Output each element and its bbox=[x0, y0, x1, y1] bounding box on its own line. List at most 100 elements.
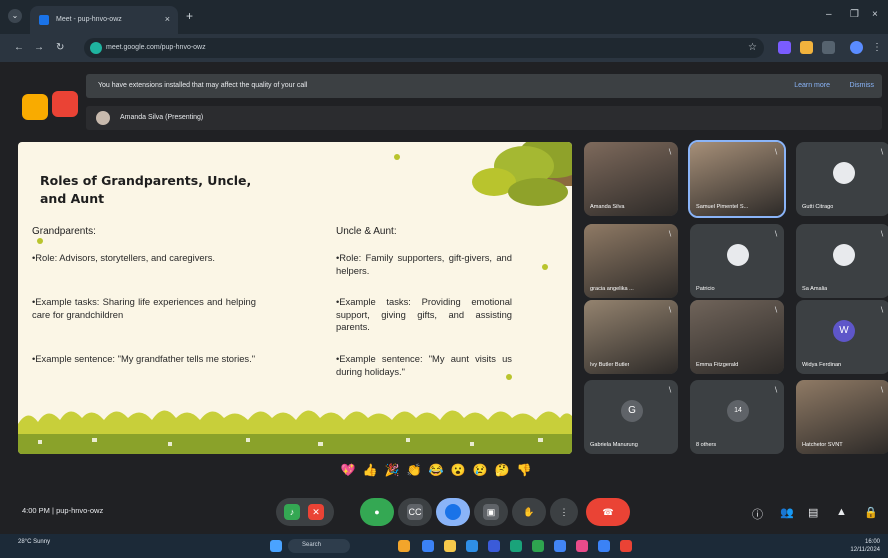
present-button[interactable]: ▣ bbox=[474, 498, 508, 526]
app-icon[interactable] bbox=[620, 540, 632, 552]
reaction-emoji[interactable]: 👍 bbox=[362, 462, 378, 478]
participant-tile[interactable]: 14 ∖ 8 others bbox=[690, 380, 784, 454]
close-window-icon[interactable]: × bbox=[872, 9, 878, 20]
extensions-warning-banner: You have extensions installed that may a… bbox=[86, 74, 882, 98]
reaction-emoji[interactable]: 💖 bbox=[340, 462, 356, 478]
participant-tile[interactable]: ∖ Emma Fitzgerald bbox=[690, 300, 784, 374]
edge-icon[interactable] bbox=[466, 540, 478, 552]
more-options-button[interactable]: ⋮ bbox=[550, 498, 578, 526]
meet-favicon-icon bbox=[39, 15, 49, 25]
address-bar[interactable]: meet.google.com/pup-hnvo-owz bbox=[84, 38, 764, 58]
activities-icon[interactable]: ▲ bbox=[836, 506, 847, 518]
chrome-icon[interactable] bbox=[554, 540, 566, 552]
decor-dot bbox=[394, 154, 400, 160]
app-icon[interactable] bbox=[598, 540, 610, 552]
store-icon[interactable] bbox=[488, 540, 500, 552]
mic-muted-icon: ∖ bbox=[879, 231, 884, 238]
reaction-emoji[interactable]: 👏 bbox=[406, 462, 422, 478]
participant-name: Emma Fitzgerald bbox=[696, 362, 739, 368]
mic-muted-icon: ∖ bbox=[667, 307, 672, 314]
bookmark-star-icon[interactable]: ☆ bbox=[748, 42, 757, 53]
meeting-details-icon[interactable]: ⓘ bbox=[752, 506, 763, 522]
extension-icon[interactable] bbox=[800, 41, 813, 54]
task-view-icon[interactable] bbox=[422, 540, 434, 552]
host-controls-icon[interactable]: 🔒 bbox=[864, 506, 878, 519]
taskbar-clock[interactable]: 16:00 12/11/2024 bbox=[850, 538, 880, 554]
new-tab-icon[interactable]: + bbox=[186, 9, 193, 23]
taskbar-search[interactable]: Search bbox=[288, 539, 350, 553]
mic-control-group: ♪ ✕ bbox=[276, 498, 334, 526]
weather-temp: 28°C bbox=[18, 539, 32, 545]
emoji-button[interactable] bbox=[436, 498, 470, 526]
file-explorer-icon[interactable] bbox=[444, 540, 456, 552]
weather-widget[interactable]: 28°C Sunny bbox=[18, 539, 50, 545]
presenter-label: Amanda Silva (Presenting) bbox=[120, 114, 204, 121]
browser-tab-meet[interactable]: Meet - pup-hnvo-owz × bbox=[30, 6, 178, 34]
meeting-time: 4:00 PM bbox=[22, 506, 50, 515]
reaction-emoji[interactable]: 😢 bbox=[472, 462, 488, 478]
reaction-emoji[interactable]: 😮 bbox=[450, 462, 466, 478]
extension-icon[interactable] bbox=[778, 41, 791, 54]
activity-icon[interactable] bbox=[22, 94, 48, 120]
participant-tile[interactable]: ∖ gracia angelika ... bbox=[584, 224, 678, 298]
reaction-emoji[interactable]: 🤔 bbox=[494, 462, 510, 478]
meeting-info: 4:00 PM | pup-hnvo-owz bbox=[22, 506, 103, 515]
others-count-badge: 14 bbox=[727, 400, 749, 422]
mic-off-icon[interactable]: ✕ bbox=[308, 504, 324, 520]
record-icon[interactable] bbox=[52, 91, 78, 117]
speaker-icon[interactable]: ♪ bbox=[284, 504, 300, 520]
participant-tile[interactable]: ∖ Hatchetor SVNT bbox=[796, 380, 888, 454]
reaction-emoji[interactable]: 😂 bbox=[428, 462, 444, 478]
learn-more-link[interactable]: Learn more bbox=[794, 82, 830, 89]
participant-tile[interactable]: ∖ Sa Amalia bbox=[796, 224, 888, 298]
windows-taskbar: 28°C Sunny Search 16:00 12/11/2024 bbox=[0, 534, 888, 558]
widgets-icon[interactable] bbox=[398, 540, 410, 552]
clock-date: 12/11/2024 bbox=[850, 547, 880, 553]
reaction-emoji[interactable]: 🎉 bbox=[384, 462, 400, 478]
back-icon[interactable]: ← bbox=[14, 42, 24, 53]
participant-name: gracia angelika ... bbox=[590, 286, 634, 292]
chat-icon[interactable]: ▤ bbox=[808, 506, 818, 519]
participant-name: Hatchetor SVNT bbox=[802, 442, 843, 448]
hand-icon: ✋ bbox=[523, 507, 535, 517]
reaction-emoji[interactable]: 👎 bbox=[516, 462, 532, 478]
raise-hand-button[interactable]: ✋ bbox=[512, 498, 546, 526]
browser-tab-bar: ⌄ Meet - pup-hnvo-owz × + – ❐ × bbox=[0, 0, 888, 34]
participant-tile[interactable]: W ∖ Widya Ferdinan bbox=[796, 300, 888, 374]
tab-search-icon[interactable]: ⌄ bbox=[8, 9, 22, 23]
mic-muted-icon: ∖ bbox=[773, 387, 778, 394]
profile-avatar[interactable] bbox=[850, 41, 863, 54]
forward-icon[interactable]: → bbox=[34, 42, 44, 53]
people-icon[interactable]: 👥 bbox=[780, 506, 794, 519]
participant-tile[interactable]: ∖ Patricio bbox=[690, 224, 784, 298]
captions-button[interactable]: CC bbox=[398, 498, 432, 526]
participant-tile[interactable]: ∖ Ivy Butler Butler bbox=[584, 300, 678, 374]
site-info-icon[interactable] bbox=[90, 42, 102, 54]
presented-slide: Roles of Grandparents, Uncle, and Aunt G… bbox=[18, 142, 572, 454]
dismiss-button[interactable]: Dismiss bbox=[850, 82, 875, 89]
participant-tile[interactable]: ∖ Gutti Citrago bbox=[796, 142, 888, 216]
app-icon[interactable] bbox=[576, 540, 588, 552]
app-icon[interactable] bbox=[532, 540, 544, 552]
reload-icon[interactable]: ↻ bbox=[56, 42, 64, 53]
mic-muted-icon: ∖ bbox=[879, 149, 884, 156]
close-tab-icon[interactable]: × bbox=[165, 14, 170, 24]
browser-menu-icon[interactable]: ⋮ bbox=[872, 42, 882, 53]
uncle-aunt-heading: Uncle & Aunt: bbox=[336, 226, 397, 237]
camera-button[interactable]: ● bbox=[360, 498, 394, 526]
captions-icon: CC bbox=[407, 504, 423, 520]
participant-tile[interactable]: G ∖ Gabriela Manurung bbox=[584, 380, 678, 454]
participant-name: Gabriela Manurung bbox=[590, 442, 638, 448]
participant-tile[interactable]: ∖ Amanda Silva bbox=[584, 142, 678, 216]
participant-tile[interactable]: ∖ Samuel Pimentel S... bbox=[688, 140, 786, 218]
app-icon[interactable] bbox=[510, 540, 522, 552]
mic-muted-icon: ∖ bbox=[667, 231, 672, 238]
restore-icon[interactable]: ❐ bbox=[850, 9, 859, 20]
emoji-icon bbox=[445, 504, 461, 520]
extensions-puzzle-icon[interactable] bbox=[822, 41, 835, 54]
more-vert-icon: ⋮ bbox=[559, 507, 569, 517]
windows-start-icon[interactable] bbox=[270, 540, 282, 552]
participant-name: 8 others bbox=[696, 442, 717, 448]
leave-call-button[interactable]: ☎ bbox=[586, 498, 630, 526]
minimize-icon[interactable]: – bbox=[826, 9, 832, 20]
